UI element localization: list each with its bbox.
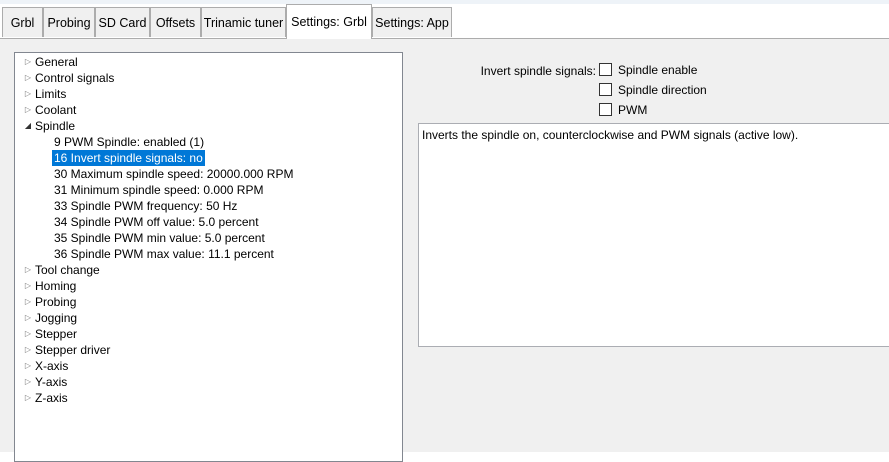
tab-label: Settings: App [375,15,449,30]
tab-content: ▷ General ▷ Control signals ▷ Limits ▷ Coola… [0,39,889,462]
setting-label: Invert spindle signals: [480,64,596,78]
tab-trinamic-tuner[interactable]: Trinamic tuner [201,7,286,37]
checkbox-box[interactable] [599,83,612,96]
tab-label: Trinamic tuner [203,15,284,30]
tree-item-setting-selected[interactable]: 16 Invert spindle signals: no [52,150,205,166]
tab-offsets[interactable]: Offsets [150,7,201,37]
tree-group-label: Homing [35,279,77,293]
tab-label: Settings: Grbl [291,15,367,29]
checkbox-box[interactable] [599,63,612,76]
tree-group-label: Control signals [35,71,115,85]
expand-arrow-icon[interactable]: ▷ [23,70,33,86]
checkbox-box[interactable] [599,103,612,116]
tree-group-label: Stepper [35,327,78,341]
collapse-arrow-icon[interactable]: ◢ [23,118,33,134]
tab-label: SD Card [98,15,147,30]
expand-arrow-icon[interactable]: ▷ [23,326,33,342]
expand-arrow-icon[interactable]: ▷ [23,102,33,118]
checkbox-label: Spindle direction [618,83,707,97]
expand-arrow-icon[interactable]: ▷ [23,310,33,326]
setting-editor: Invert spindle signals: Spindle enable S… [403,39,889,452]
tree-item-setting[interactable]: 35 Spindle PWM min value: 5.0 percent [52,230,267,246]
tree-group-label: Stepper driver [35,343,111,357]
checkbox-label: PWM [618,103,648,117]
tree-group-label: Probing [35,295,77,309]
description-text: Inverts the spindle on, counterclockwise… [422,128,799,142]
tree-item-setting[interactable]: 34 Spindle PWM off value: 5.0 percent [52,214,261,230]
expand-arrow-icon[interactable]: ▷ [23,86,33,102]
checkbox-label: Spindle enable [618,63,698,77]
tree-item-setting[interactable]: 9 PWM Spindle: enabled (1) [52,134,206,150]
tree-group-label: Jogging [35,311,78,325]
tab-grbl[interactable]: Grbl [2,7,43,37]
tab-sd-card[interactable]: SD Card [95,7,150,37]
tab-label: Probing [47,15,91,30]
tab-settings-grbl[interactable]: Settings: Grbl [286,4,372,39]
tree-group-label: Spindle [35,119,76,133]
tab-label: Grbl [10,15,35,30]
tree-group-label: X-axis [35,359,69,373]
expand-arrow-icon[interactable]: ▷ [23,342,33,358]
settings-tree[interactable]: ▷ General ▷ Control signals ▷ Limits ▷ Coola… [14,52,403,462]
expand-arrow-icon[interactable]: ▷ [23,390,33,406]
tree-group-label: Limits [35,87,67,101]
tree-group-label: Tool change [35,263,100,277]
tree-group-label: General [35,55,78,69]
expand-arrow-icon[interactable]: ▷ [23,54,33,70]
tree-item-setting[interactable]: 33 Spindle PWM frequency: 50 Hz [52,198,239,214]
expand-arrow-icon[interactable]: ▷ [23,278,33,294]
tab-bar: Grbl Probing SD Card Offsets Trinamic tu… [0,4,889,39]
tree-item-setting[interactable]: 30 Maximum spindle speed: 20000.000 RPM [52,166,295,182]
tree-group-label: Y-axis [35,375,68,389]
expand-arrow-icon[interactable]: ▷ [23,358,33,374]
tab-probing[interactable]: Probing [43,7,95,37]
tab-settings-app[interactable]: Settings: App [372,7,452,37]
tab-label: Offsets [155,15,196,30]
tree-item-setting[interactable]: 31 Minimum spindle speed: 0.000 RPM [52,182,265,198]
expand-arrow-icon[interactable]: ▷ [23,262,33,278]
tree-item-setting[interactable]: 36 Spindle PWM max value: 11.1 percent [52,246,276,262]
expand-arrow-icon[interactable]: ▷ [23,374,33,390]
expand-arrow-icon[interactable]: ▷ [23,294,33,310]
tree-group-label: Coolant [35,103,77,117]
description-textbox[interactable]: Inverts the spindle on, counterclockwise… [418,123,889,347]
tree-group-label: Z-axis [35,391,68,405]
